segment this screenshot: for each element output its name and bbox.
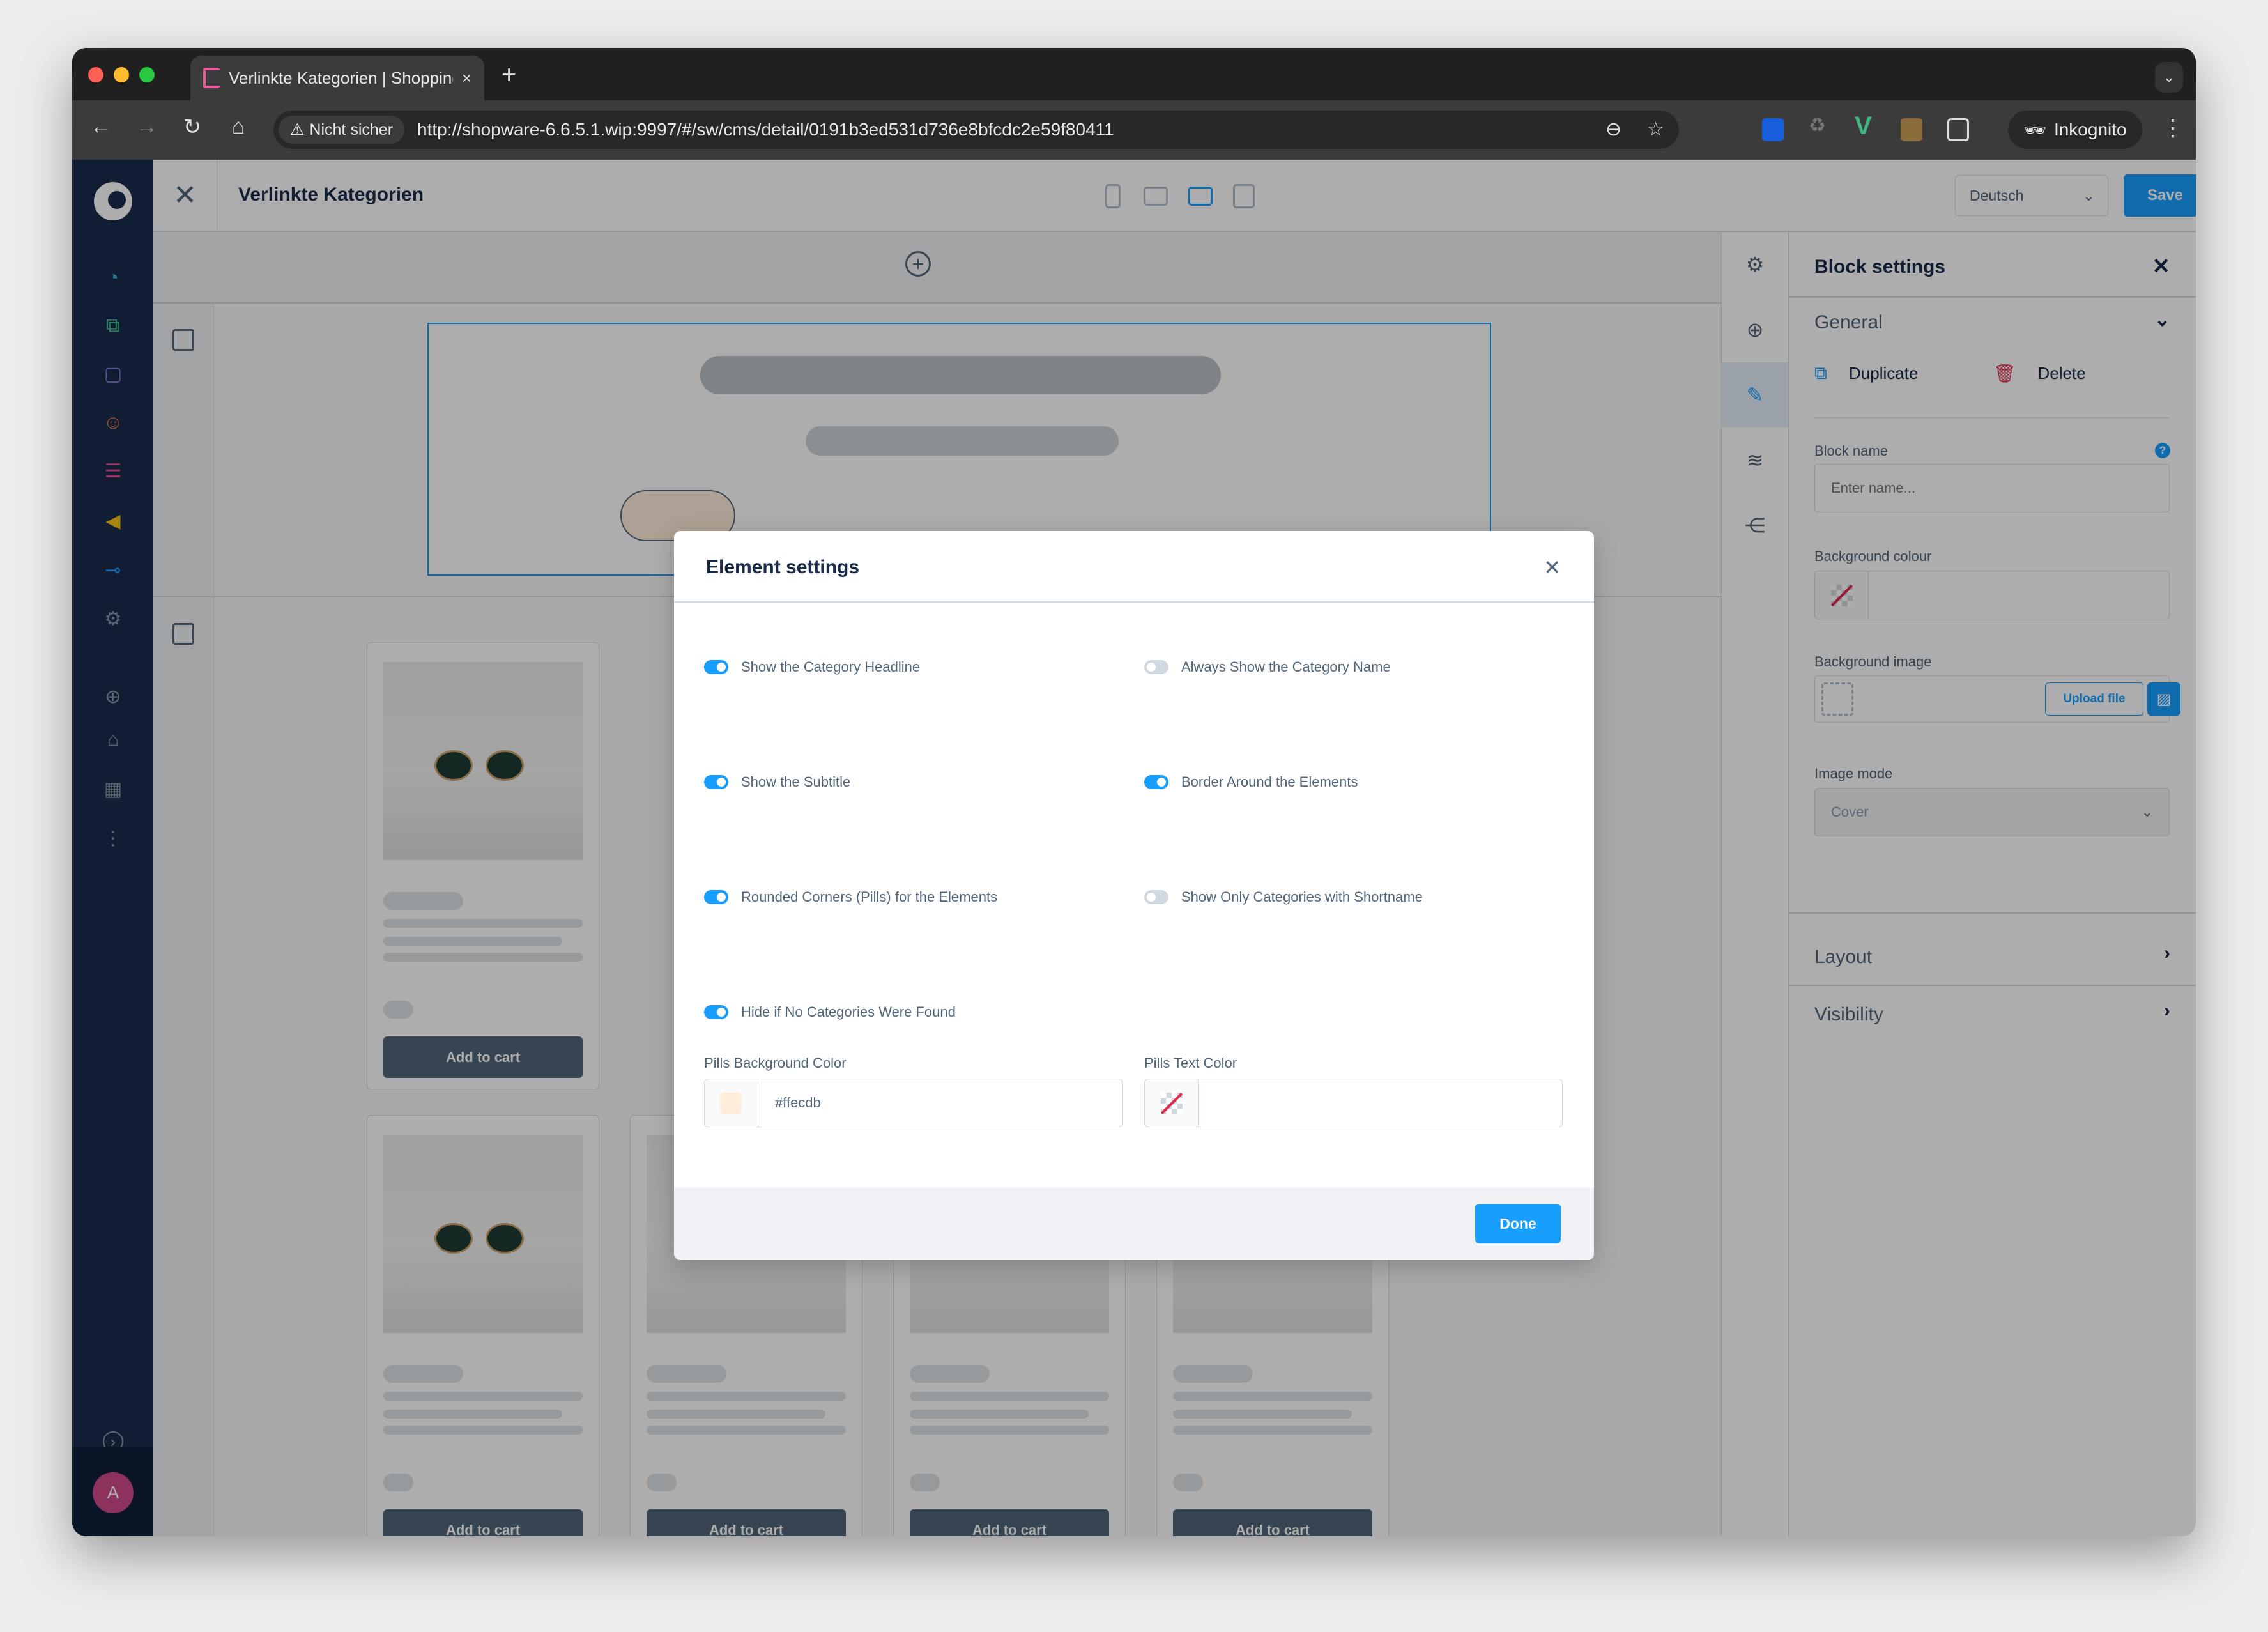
browser-tab[interactable]: Verlinkte Kategorien | Shopping × — [190, 56, 484, 100]
browser-menu-icon[interactable]: ⋮ — [2161, 114, 2184, 141]
browser-window: Verlinkte Kategorien | Shopping × + ⌄ ← … — [72, 48, 2196, 1536]
tab-title: Verlinkte Kategorien | Shopping — [229, 68, 453, 88]
color-swatch-box[interactable] — [1145, 1079, 1199, 1127]
option-row: Show Only Categories with Shortname — [1144, 889, 1423, 905]
bitwarden-extension-icon[interactable] — [1762, 118, 1784, 141]
toggle-switch[interactable] — [1144, 890, 1168, 904]
tab-bar: Verlinkte Kategorien | Shopping × + ⌄ — [72, 48, 2196, 100]
color-swatch — [720, 1093, 742, 1114]
pills-text-label: Pills Text Color — [1144, 1055, 1237, 1071]
done-button[interactable]: Done — [1475, 1204, 1561, 1243]
option-row: Always Show the Category Name — [1144, 659, 1391, 675]
option-label: Border Around the Elements — [1181, 774, 1358, 790]
forward-icon[interactable]: → — [131, 114, 163, 139]
option-label: Hide if No Categories Were Found — [741, 1004, 956, 1020]
address-bar[interactable]: ⚠ Nicht sicher http://shopware-6.6.5.1.w… — [273, 111, 1679, 149]
pills-text-color-input[interactable] — [1144, 1079, 1563, 1127]
option-row: Show the Category Headline — [704, 659, 920, 675]
extensions-puzzle-icon[interactable] — [1947, 118, 1969, 141]
close-window-button[interactable] — [88, 67, 103, 82]
modal-footer: Done — [674, 1187, 1594, 1260]
vue-devtools-extension-icon[interactable]: V — [1855, 112, 1876, 140]
profile-label: Inkognito — [2053, 119, 2127, 139]
minimize-window-button[interactable] — [114, 67, 129, 82]
option-label: Always Show the Category Name — [1181, 659, 1391, 675]
incognito-icon: 🕶 — [2023, 119, 2046, 140]
warning-icon: ⚠ — [290, 121, 305, 139]
pills-bg-label: Pills Background Color — [704, 1055, 847, 1071]
color-swatch-box[interactable] — [705, 1079, 758, 1127]
modal-header: Element settings ✕ — [674, 531, 1594, 603]
no-color-icon — [1161, 1093, 1183, 1114]
bookmark-star-icon[interactable]: ☆ — [1647, 118, 1664, 141]
url-text[interactable]: http://shopware-6.6.5.1.wip:9997/#/sw/cm… — [417, 119, 1114, 140]
modal-title: Element settings — [706, 557, 860, 578]
maximize-window-button[interactable] — [139, 67, 155, 82]
toggle-switch[interactable] — [704, 1005, 728, 1019]
option-label: Show Only Categories with Shortname — [1181, 889, 1423, 905]
recycle-extension-icon[interactable]: ♻ — [1809, 114, 1830, 137]
new-tab-button[interactable]: + — [502, 62, 516, 88]
option-label: Show the Subtitle — [741, 774, 851, 790]
option-row: Border Around the Elements — [1144, 774, 1358, 790]
element-settings-modal: Element settings ✕ Show the Category Hea… — [674, 531, 1594, 1260]
toggle-switch[interactable] — [1144, 660, 1168, 674]
reload-icon[interactable]: ↻ — [176, 114, 208, 140]
pills-bg-color-input[interactable]: #ffecdb — [704, 1079, 1123, 1127]
toggle-switch[interactable] — [1144, 775, 1168, 789]
toggle-switch[interactable] — [704, 660, 728, 674]
option-label: Rounded Corners (Pills) for the Elements — [741, 889, 998, 905]
option-label: Show the Category Headline — [741, 659, 921, 675]
option-row: Rounded Corners (Pills) for the Elements — [704, 889, 997, 905]
toggle-switch[interactable] — [704, 890, 728, 904]
browser-toolbar: ← → ↻ ⌂ ⚠ Nicht sicher http://shopware-6… — [72, 100, 2196, 160]
extension-icon[interactable] — [1901, 118, 1922, 141]
option-row: Show the Subtitle — [704, 774, 850, 790]
home-icon[interactable]: ⌂ — [222, 114, 254, 139]
toggle-switch[interactable] — [704, 775, 728, 789]
security-chip[interactable]: ⚠ Nicht sicher — [279, 116, 405, 144]
pills-bg-value: #ffecdb — [775, 1095, 821, 1111]
zoom-icon[interactable]: ⊖ — [1605, 118, 1621, 141]
shopware-admin: ◔ ⧉ ▢ ☺ ☰ ◀ ⊸ ⚙ ⊕ ⌂ ▦ ⋮ › A ✕ Verlinkte Kategorien … — [72, 160, 2196, 1536]
back-icon[interactable]: ← — [85, 114, 117, 139]
security-label: Nicht sicher — [309, 120, 394, 139]
tab-close-icon[interactable]: × — [462, 68, 471, 88]
profile-button[interactable]: 🕶 Inkognito — [2008, 111, 2142, 149]
tab-search-button[interactable]: ⌄ — [2155, 62, 2183, 93]
content-favicon-icon — [203, 68, 220, 88]
modal-close-icon[interactable]: ✕ — [1544, 555, 1561, 580]
option-row: Hide if No Categories Were Found — [704, 1004, 956, 1020]
